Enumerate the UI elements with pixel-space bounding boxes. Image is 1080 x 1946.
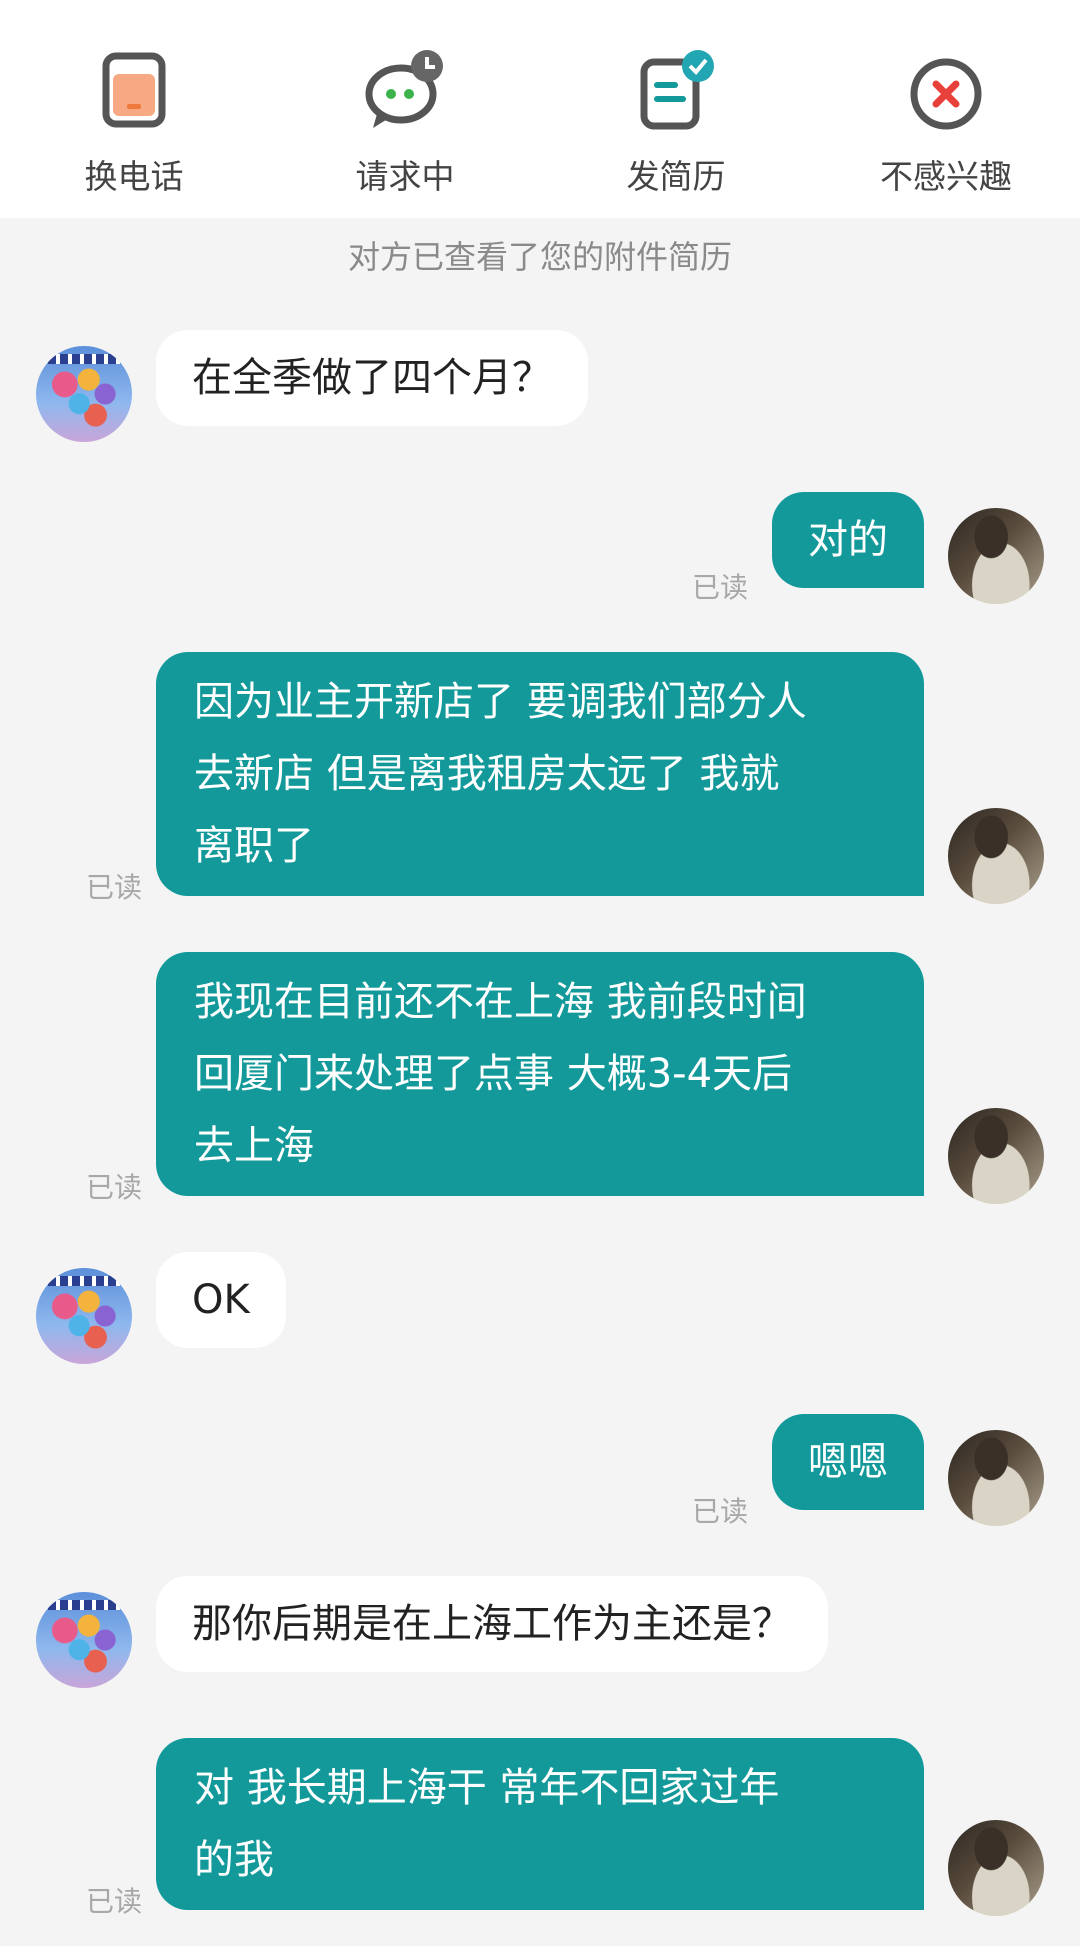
- message-line: 的我: [194, 1837, 274, 1883]
- incoming-message: OK: [156, 1252, 286, 1348]
- chat-action-toolbar: 换电话 请求中 发简历 不感兴趣: [0, 0, 1080, 218]
- outgoing-message: 对的: [772, 492, 924, 588]
- message-line: 离职了: [194, 823, 314, 869]
- send-resume-action[interactable]: 发简历: [566, 48, 786, 198]
- read-status: 已读: [86, 871, 143, 904]
- recruiter-avatar[interactable]: [36, 1268, 132, 1364]
- recruiter-avatar[interactable]: [36, 1592, 132, 1688]
- incoming-message: 那你后期是在上海工作为主还是？: [156, 1576, 828, 1672]
- change-phone-action[interactable]: 换电话: [24, 48, 244, 198]
- outgoing-message: 嗯嗯: [772, 1414, 924, 1510]
- user-avatar[interactable]: [948, 1820, 1044, 1916]
- outgoing-message: 对 我长期上海干 常年不回家过年 的我: [156, 1738, 924, 1910]
- resume-viewed-notice: 对方已查看了您的附件简历: [347, 238, 732, 276]
- change-phone-label: 换电话: [84, 157, 184, 196]
- message-line: 回厦门来处理了点事 大概3-4天后: [194, 1051, 793, 1097]
- phone-card-icon: [102, 52, 166, 128]
- user-avatar[interactable]: [948, 808, 1044, 904]
- read-status: 已读: [86, 1171, 143, 1204]
- user-avatar[interactable]: [948, 508, 1044, 604]
- incoming-message: 在全季做了四个月？: [156, 330, 588, 426]
- read-status: 已读: [86, 1885, 143, 1918]
- recruiter-avatar[interactable]: [36, 346, 132, 442]
- request-pending-action[interactable]: 请求中: [295, 48, 515, 198]
- chat-pending-icon: [365, 50, 443, 128]
- message-line: 因为业主开新店了 要调我们部分人: [194, 679, 807, 725]
- message-line: 去新店 但是离我租房太远了 我就: [194, 751, 780, 797]
- request-pending-label: 请求中: [355, 157, 455, 196]
- user-avatar[interactable]: [948, 1108, 1044, 1204]
- not-interested-icon: [910, 58, 982, 130]
- read-status: 已读: [692, 1495, 749, 1528]
- outgoing-message: 因为业主开新店了 要调我们部分人 去新店 但是离我租房太远了 我就 离职了: [156, 652, 924, 896]
- read-status: 已读: [692, 571, 749, 604]
- not-interested-action[interactable]: 不感兴趣: [836, 48, 1056, 198]
- message-line: 我现在目前还不在上海 我前段时间: [194, 979, 807, 1025]
- message-line: 对 我长期上海干 常年不回家过年: [194, 1765, 780, 1811]
- not-interested-label: 不感兴趣: [880, 157, 1012, 196]
- message-line: 去上海: [194, 1123, 314, 1169]
- outgoing-message: 我现在目前还不在上海 我前段时间 回厦门来处理了点事 大概3-4天后 去上海: [156, 952, 924, 1196]
- resume-sent-icon: [640, 50, 714, 130]
- send-resume-label: 发简历: [626, 157, 726, 196]
- user-avatar[interactable]: [948, 1430, 1044, 1526]
